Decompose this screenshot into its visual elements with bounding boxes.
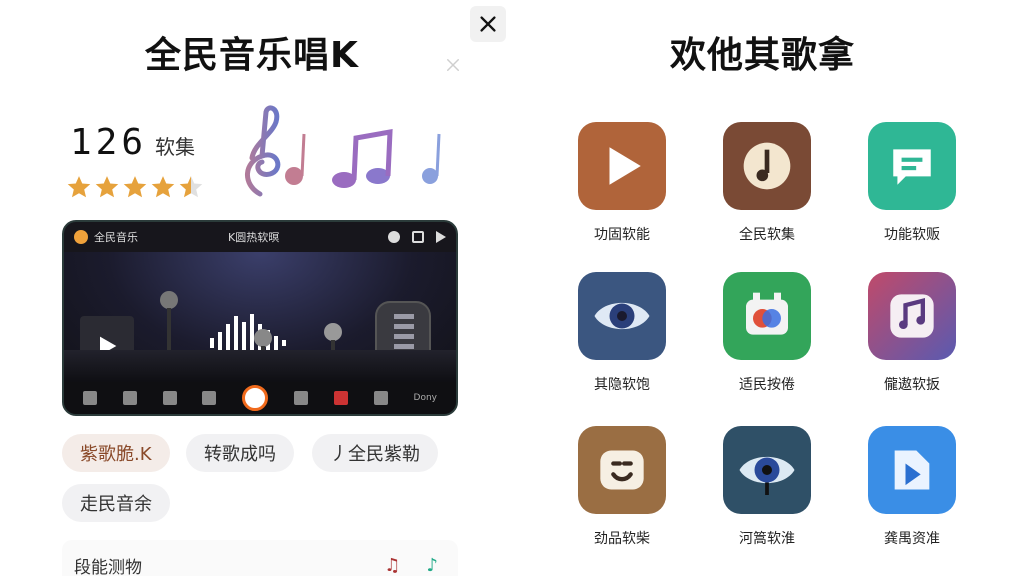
record-icon[interactable]: [388, 231, 400, 243]
app-tile[interactable]: [723, 122, 811, 210]
music-note-icon: [890, 294, 934, 338]
note-icon: [743, 142, 791, 190]
app-label: 全民软集: [739, 227, 795, 243]
count-number: 126: [70, 122, 148, 163]
star-icon: [67, 176, 91, 198]
app-tile[interactable]: [578, 272, 666, 360]
app-label: 儱遨软扳: [884, 377, 940, 393]
chip-3[interactable]: 走民音余: [62, 484, 170, 522]
picture-icon[interactable]: [162, 391, 177, 405]
list-item[interactable]: 段能测物 ♫ ♪: [62, 540, 458, 576]
share-icon[interactable]: [436, 231, 446, 243]
count-unit: 软集: [155, 135, 196, 159]
grid-icon[interactable]: [373, 391, 388, 405]
chip-0[interactable]: 紫歌脆.K: [62, 434, 170, 472]
eye-icon: [594, 302, 650, 330]
section-title: 欢他其歌拿: [670, 35, 856, 76]
app-tile[interactable]: [868, 122, 956, 210]
chip-1[interactable]: 转歌成吗: [186, 434, 294, 472]
app-item[interactable]: 功固软能: [562, 122, 682, 244]
star-half-icon: [179, 176, 203, 198]
star-icon: [151, 176, 175, 198]
player-controls: Dony: [64, 382, 456, 414]
equalizer-icon[interactable]: [82, 391, 97, 405]
app-tile[interactable]: [578, 122, 666, 210]
app-item[interactable]: 儱遨软扳: [852, 272, 972, 394]
note-icon[interactable]: ♪: [427, 555, 439, 576]
exit-icon[interactable]: [412, 231, 424, 243]
star-icon: [95, 176, 119, 198]
player-corner-label: Dony: [413, 393, 437, 403]
chat-list-icon: [893, 149, 931, 185]
app-item[interactable]: 河篙软淮: [707, 426, 827, 548]
camera-face-icon: [746, 292, 788, 335]
eye-icon: [739, 456, 795, 495]
close-button[interactable]: [470, 6, 506, 42]
app-item[interactable]: 功能软贩: [852, 122, 972, 244]
app-logo-icon: [74, 230, 88, 244]
left-panel: 全民音乐唱K 126 软集 全民音乐 K圆热软暝 Dony 紫歌脆.K 转歌成吗…: [0, 0, 512, 576]
video-player[interactable]: 全民音乐 K圆热软暝 Dony: [62, 220, 458, 416]
record-button[interactable]: [242, 385, 269, 411]
close-icon: [480, 16, 496, 32]
app-label: 功固软能: [594, 227, 650, 243]
star-icon: [123, 176, 147, 198]
app-tile[interactable]: [723, 272, 811, 360]
video-play-icon: [894, 450, 930, 490]
stage-scene: [64, 252, 456, 396]
app-tile[interactable]: [578, 426, 666, 514]
rating-stars: [66, 174, 204, 200]
app-label: 劲品软柴: [594, 531, 650, 547]
app-tile[interactable]: [868, 426, 956, 514]
scissors-icon[interactable]: [294, 391, 309, 405]
list-item-label: 段能测物: [74, 557, 142, 576]
app-label: 龚禺资准: [884, 531, 940, 547]
app-item[interactable]: 劲品软柴: [562, 426, 682, 548]
song-count: 126 软集: [70, 122, 195, 163]
chip-2[interactable]: 丿全民紫勒: [312, 434, 438, 472]
loop-icon[interactable]: [122, 391, 137, 405]
player-header: 全民音乐 K圆热软暝: [64, 222, 456, 252]
player-title: K圆热软暝: [228, 231, 280, 244]
mic-icon[interactable]: [333, 391, 348, 405]
music-notes-illustration: [245, 105, 441, 197]
settings-icon[interactable]: [202, 391, 217, 405]
app-tile[interactable]: [723, 426, 811, 514]
microphone-stand-icon: [160, 291, 178, 350]
app-item[interactable]: 全民软集: [707, 122, 827, 244]
app-label: 其隐软饱: [594, 377, 650, 393]
close-icon-faint[interactable]: [444, 56, 462, 74]
smile-icon: [600, 450, 644, 490]
app-tile[interactable]: [868, 272, 956, 360]
app-label: 功能软贩: [884, 227, 940, 243]
audience-silhouette: [64, 350, 456, 386]
app-label: 河篙软淮: [739, 531, 795, 547]
music-icon[interactable]: ♫: [384, 555, 400, 576]
app-label: 适民按倦: [739, 377, 795, 393]
player-brand: 全民音乐: [94, 231, 138, 244]
app-item[interactable]: 适民按倦: [707, 272, 827, 394]
right-panel: 欢他其歌拿 功固软能 全民软集 功能软贩 其隐软饱 适民按倦 儱遨软扳 劲品软柴…: [512, 0, 1024, 576]
play-icon: [609, 147, 641, 185]
app-item[interactable]: 龚禺资准: [852, 426, 972, 548]
app-item[interactable]: 其隐软饱: [562, 272, 682, 394]
page-title: 全民音乐唱K: [145, 35, 359, 76]
